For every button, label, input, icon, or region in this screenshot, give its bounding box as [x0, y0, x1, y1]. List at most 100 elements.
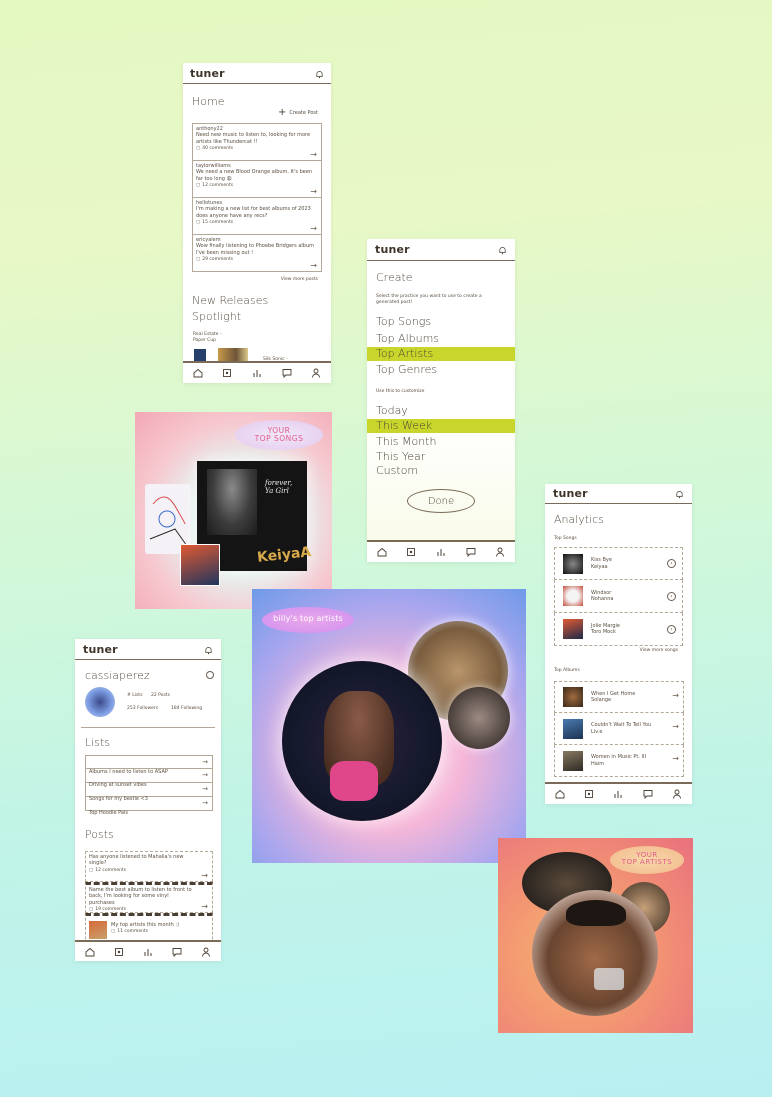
- album-cover-small[interactable]: [180, 544, 220, 586]
- arrow-right-icon[interactable]: →: [672, 754, 679, 763]
- post-card[interactable]: ericyalem Wow finally listening to Phoeb…: [192, 235, 322, 272]
- comment-icon: ▢: [196, 182, 201, 188]
- list-item[interactable]: Driving at sunset vibes →: [85, 769, 213, 788]
- album-artist: Liv.e: [591, 728, 603, 735]
- arrow-right-icon[interactable]: →: [201, 902, 208, 911]
- comment-count: 12 comments: [95, 867, 127, 873]
- album-row[interactable]: Couldn't Wait To Tell You Liv.e →: [554, 713, 684, 745]
- post-card[interactable]: hellotunes I'm making a new list for bes…: [192, 198, 322, 235]
- top-albums-list: When I Get Home Solange → Couldn't Wait …: [554, 681, 684, 777]
- arrow-right-icon[interactable]: →: [310, 150, 317, 159]
- analytics-icon[interactable]: [140, 944, 156, 960]
- analytics-icon[interactable]: [433, 544, 449, 560]
- comment-icon: ▢: [89, 906, 94, 912]
- timeframe-this-year[interactable]: This Year: [367, 450, 515, 464]
- category-top-songs[interactable]: Top Songs: [367, 313, 515, 330]
- home-icon[interactable]: [190, 365, 206, 381]
- profile-icon[interactable]: [308, 365, 324, 381]
- create-post-label: Create Post: [289, 109, 318, 116]
- song-cover: [563, 586, 583, 606]
- category-top-genres[interactable]: Top Genres: [367, 361, 515, 378]
- bell-icon[interactable]: [315, 64, 324, 83]
- create-icon[interactable]: [581, 786, 597, 802]
- spotlight-cover[interactable]: [218, 348, 248, 361]
- profile-icon[interactable]: [198, 944, 214, 960]
- spotlight-caption: Real Estate - Paper Cup: [193, 332, 222, 343]
- category-top-albums[interactable]: Top Albums: [367, 330, 515, 347]
- post-card[interactable]: Has anyone listened to Mahalia's new sin…: [85, 851, 213, 882]
- view-more-posts-link[interactable]: View more posts: [281, 277, 318, 283]
- create-icon[interactable]: [403, 544, 419, 560]
- arrow-right-icon[interactable]: →: [310, 261, 317, 270]
- post-comments: ▢ 12 comments: [89, 868, 209, 873]
- settings-icon[interactable]: [206, 671, 214, 679]
- app-logo: tuner: [375, 243, 410, 256]
- album-row[interactable]: Women in Music Pt. III Haim →: [554, 745, 684, 777]
- song-row[interactable]: Jolie Margie Toro Mock ›: [554, 613, 683, 646]
- post-card[interactable]: Name the best album to listen to front t…: [85, 882, 213, 913]
- list-item[interactable]: Top Hoodie Pals →: [85, 797, 213, 816]
- post-list: anthony22 Need new music to listen to, l…: [192, 123, 322, 272]
- timeframe-custom[interactable]: Custom: [367, 464, 515, 478]
- play-icon[interactable]: ›: [667, 624, 676, 634]
- spotlight-heading: Spotlight: [192, 310, 242, 323]
- home-icon[interactable]: [374, 544, 390, 560]
- post-card[interactable]: anthony22 Need new music to listen to, l…: [192, 123, 322, 161]
- home-icon[interactable]: [552, 786, 568, 802]
- profile-icon[interactable]: [492, 544, 508, 560]
- arrow-right-icon[interactable]: →: [672, 722, 679, 731]
- done-button[interactable]: Done: [407, 489, 475, 513]
- category-top-artists[interactable]: Top Artists: [367, 347, 515, 361]
- list-item[interactable]: Albums I need to listen to ASAP →: [85, 755, 213, 775]
- chat-icon[interactable]: [279, 365, 295, 381]
- view-more-songs-link[interactable]: View more songs: [640, 648, 678, 654]
- profile-posts-list: Has anyone listened to Mahalia's new sin…: [85, 851, 213, 944]
- chat-icon[interactable]: [640, 786, 656, 802]
- stat-following[interactable]: 184 Following: [171, 706, 202, 712]
- billy-label-text: billy's top artists: [273, 614, 343, 623]
- avatar[interactable]: [85, 687, 115, 717]
- timeframe-this-week[interactable]: This Week: [367, 419, 515, 433]
- bell-icon[interactable]: [204, 640, 213, 659]
- stat-followers[interactable]: 253 Followers: [127, 706, 158, 712]
- bell-icon[interactable]: [675, 484, 684, 503]
- spotlight-cover[interactable]: [194, 349, 206, 361]
- chat-icon[interactable]: [169, 944, 185, 960]
- post-card[interactable]: taylorwilliams We need a new Blood Orang…: [192, 161, 322, 198]
- artist-circle-main[interactable]: [532, 890, 658, 1016]
- post-text: My top artists this month :): [111, 922, 180, 928]
- home-icon[interactable]: [82, 944, 98, 960]
- bottom-nav: [183, 361, 331, 383]
- post-comments: ▢ 19 comments: [89, 907, 209, 912]
- arrow-right-icon[interactable]: →: [310, 224, 317, 233]
- artist-circle-main[interactable]: [282, 661, 442, 821]
- song-row[interactable]: Kiss Bye Keiyaa ›: [554, 547, 683, 580]
- arrow-right-icon[interactable]: →: [672, 691, 679, 700]
- create-icon[interactable]: [219, 365, 235, 381]
- chat-icon[interactable]: [463, 544, 479, 560]
- profile-icon[interactable]: [669, 786, 685, 802]
- arrow-right-icon[interactable]: →: [310, 187, 317, 196]
- play-icon[interactable]: ›: [667, 591, 676, 601]
- artist-circle-small[interactable]: [448, 687, 510, 749]
- page-title: Analytics: [554, 513, 604, 526]
- create-post-button[interactable]: + Create Post: [278, 108, 318, 118]
- create-screen: tuner Create Select the practice you wan…: [367, 239, 515, 562]
- bell-icon[interactable]: [498, 240, 507, 259]
- arrow-right-icon[interactable]: →: [201, 871, 208, 880]
- timeframe-today[interactable]: Today: [367, 402, 515, 419]
- plus-icon: +: [277, 107, 287, 118]
- post-comments: ▢ 29 comments: [196, 257, 318, 262]
- done-label: Done: [427, 495, 455, 507]
- posts-heading: Posts: [85, 828, 114, 841]
- album-row[interactable]: When I Get Home Solange →: [554, 681, 684, 713]
- play-icon[interactable]: ›: [667, 559, 676, 568]
- album-title: Women in Music Pt. III: [591, 754, 646, 761]
- timeframe-this-month[interactable]: This Month: [367, 433, 515, 450]
- list-item[interactable]: Songs for my bestie <3 →: [85, 783, 213, 802]
- analytics-icon[interactable]: [610, 786, 626, 802]
- create-icon[interactable]: [111, 944, 127, 960]
- song-row[interactable]: Windsor Nohanna ›: [554, 580, 683, 613]
- top-songs-label: Top Songs: [554, 536, 577, 541]
- analytics-icon[interactable]: [249, 365, 265, 381]
